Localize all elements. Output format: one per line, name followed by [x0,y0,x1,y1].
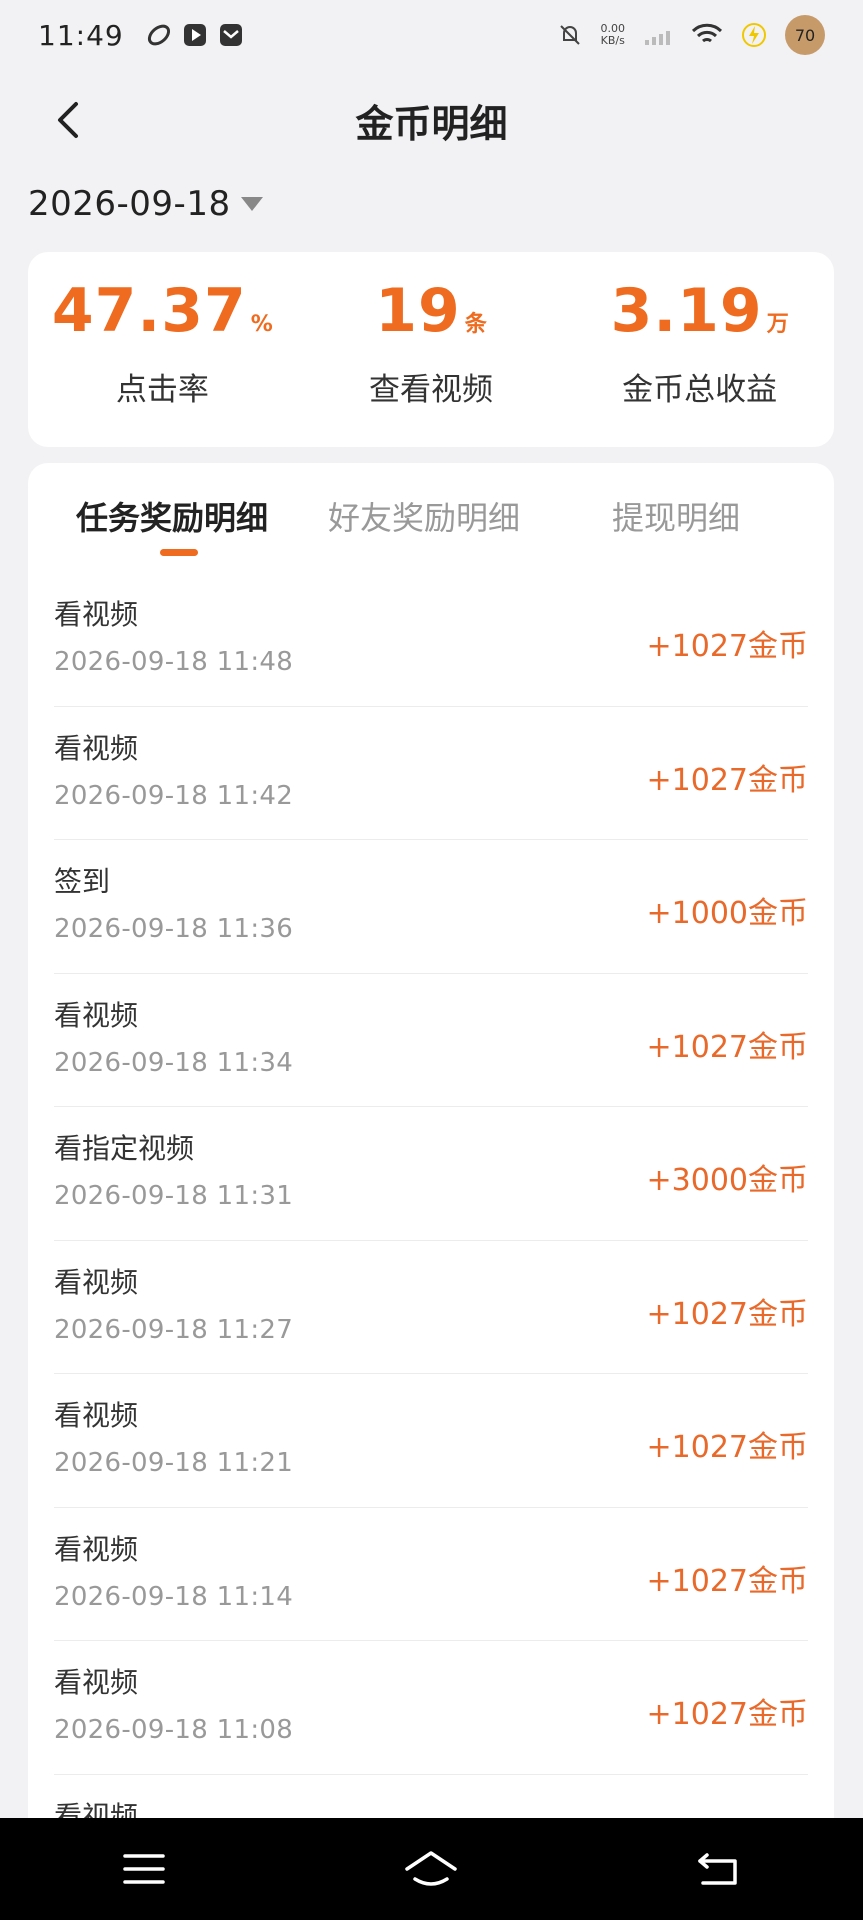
record-time: 2026-09-18 11:34 [54,1047,294,1078]
record-title: 看视频 [54,598,139,631]
stat-total-coins: 3.19 万 金币总收益 [565,252,834,447]
list-item[interactable]: 看视频 2026-09-18 11:14 +1027金币 [54,1508,808,1641]
record-title: 看视频 [54,1666,139,1699]
wifi-icon [691,23,723,43]
message-app-icon [219,24,242,46]
record-amount: +1027金币 [646,1430,808,1465]
stat-value-row: 19 条 [375,276,487,346]
record-time: 2026-09-18 11:48 [54,647,294,677]
list-item[interactable]: 看视频 2026-09-18 11:48 +1027金币 [54,573,808,707]
stat-value-row: 47.37 % [52,276,273,346]
list-item[interactable]: 看指定视频 2026-09-18 11:31 +3000金币 [54,1107,808,1241]
charging-icon [742,23,766,47]
stat-unit: 万 [766,312,789,337]
record-time: 2026-09-18 11:14 [54,1581,294,1612]
play-app-icon [183,24,206,46]
stat-unit: % [250,312,273,337]
back-nav-button[interactable] [679,1839,759,1899]
leaf-app-icon [147,24,170,46]
system-nav-bar [0,1818,863,1920]
stat-value: 47.37 [51,276,247,346]
app-root: 11:49 0.00 KB/s 70 金币明细 2026-09-18 47.37… [0,0,863,1920]
page-title: 金币明细 [355,101,508,146]
record-title: 看视频 [54,1532,139,1566]
bell-muted-icon [559,25,580,45]
tab-withdrawals[interactable]: 提现明细 [612,493,740,539]
menu-button[interactable] [104,1839,184,1899]
record-time: 2026-09-18 11:42 [54,780,294,811]
network-speed: 0.00 KB/s [601,23,626,47]
records-list: 看视频 2026-09-18 11:48 +1027金币 看视频 2026-09… [54,573,808,1823]
record-title: 看视频 [54,1399,139,1432]
record-time: 2026-09-18 11:27 [54,1314,294,1345]
tab-task-rewards[interactable]: 任务奖励明细 [76,493,268,539]
tab-active-indicator [160,549,198,556]
record-amount: +1027金币 [646,762,808,798]
records-card: 任务奖励明细 好友奖励明细 提现明细 看视频 2026-09-18 11:48 … [28,463,834,1823]
record-time: 2026-09-18 11:36 [54,914,294,944]
status-time: 11:49 [38,18,124,52]
record-time: 2026-09-18 11:21 [54,1448,294,1478]
home-icon [405,1851,458,1886]
record-amount: +1027金币 [646,1029,808,1065]
return-icon [698,1853,737,1885]
tab-bar: 任务奖励明细 好友奖励明细 提现明细 [28,463,834,573]
battery-level: 70 [785,15,833,55]
record-time: 2026-09-18 11:31 [54,1181,294,1211]
menu-icon [123,1854,165,1884]
stat-videos-viewed: 19 条 查看视频 [297,252,566,447]
record-title: 看视频 [54,998,139,1032]
stat-label: 查看视频 [369,372,493,408]
list-item[interactable]: 看视频 2026-09-18 11:27 +1027金币 [54,1241,808,1374]
stat-click-rate: 47.37 % 点击率 [28,252,297,447]
list-item[interactable]: 看视频 2026-09-18 11:34 +1027金币 [54,974,808,1107]
date-value: 2026-09-18 [28,184,231,224]
chevron-left-icon [58,102,78,138]
signal-icon [645,31,670,45]
status-bar: 11:49 0.00 KB/s 70 [0,0,863,70]
list-item[interactable]: 看视频 [54,1775,808,1824]
stat-value: 3.19 [610,276,763,346]
list-item[interactable]: 看视频 2026-09-18 11:08 +1027金币 [54,1641,808,1775]
stat-label: 点击率 [115,372,209,408]
app-header: 金币明细 [0,70,863,170]
home-button[interactable] [391,1839,471,1899]
stat-unit: 条 [464,312,487,337]
network-speed-unit: KB/s [600,34,625,47]
caret-down-icon [240,197,263,211]
list-item[interactable]: 看视频 2026-09-18 11:42 +1027金币 [54,707,808,840]
record-title: 看视频 [54,1265,139,1299]
record-amount: +1027金币 [646,629,808,664]
record-amount: +1027金币 [646,1697,808,1732]
status-notification-icons [146,22,244,48]
back-button[interactable] [40,92,96,148]
date-selector[interactable]: 2026-09-18 [28,176,263,232]
stat-value: 19 [375,276,461,346]
record-amount: +1000金币 [646,896,808,931]
record-title: 签到 [54,865,111,898]
record-title: 看视频 [54,731,139,765]
tab-friend-rewards[interactable]: 好友奖励明细 [328,493,520,539]
stats-card: 47.37 % 点击率 19 条 查看视频 3.19 万 金币总收益 [28,252,834,447]
record-amount: +1027金币 [646,1296,808,1332]
record-title: 看指定视频 [54,1132,195,1165]
stat-label: 金币总收益 [622,372,778,408]
stat-value-row: 3.19 万 [611,276,789,346]
list-item[interactable]: 看视频 2026-09-18 11:21 +1027金币 [54,1374,808,1508]
record-amount: +1027金币 [646,1563,808,1599]
record-time: 2026-09-18 11:08 [54,1715,294,1745]
status-system-icons: 0.00 KB/s 70 [557,15,833,55]
list-item[interactable]: 签到 2026-09-18 11:36 +1000金币 [54,840,808,974]
record-amount: +3000金币 [646,1163,808,1198]
